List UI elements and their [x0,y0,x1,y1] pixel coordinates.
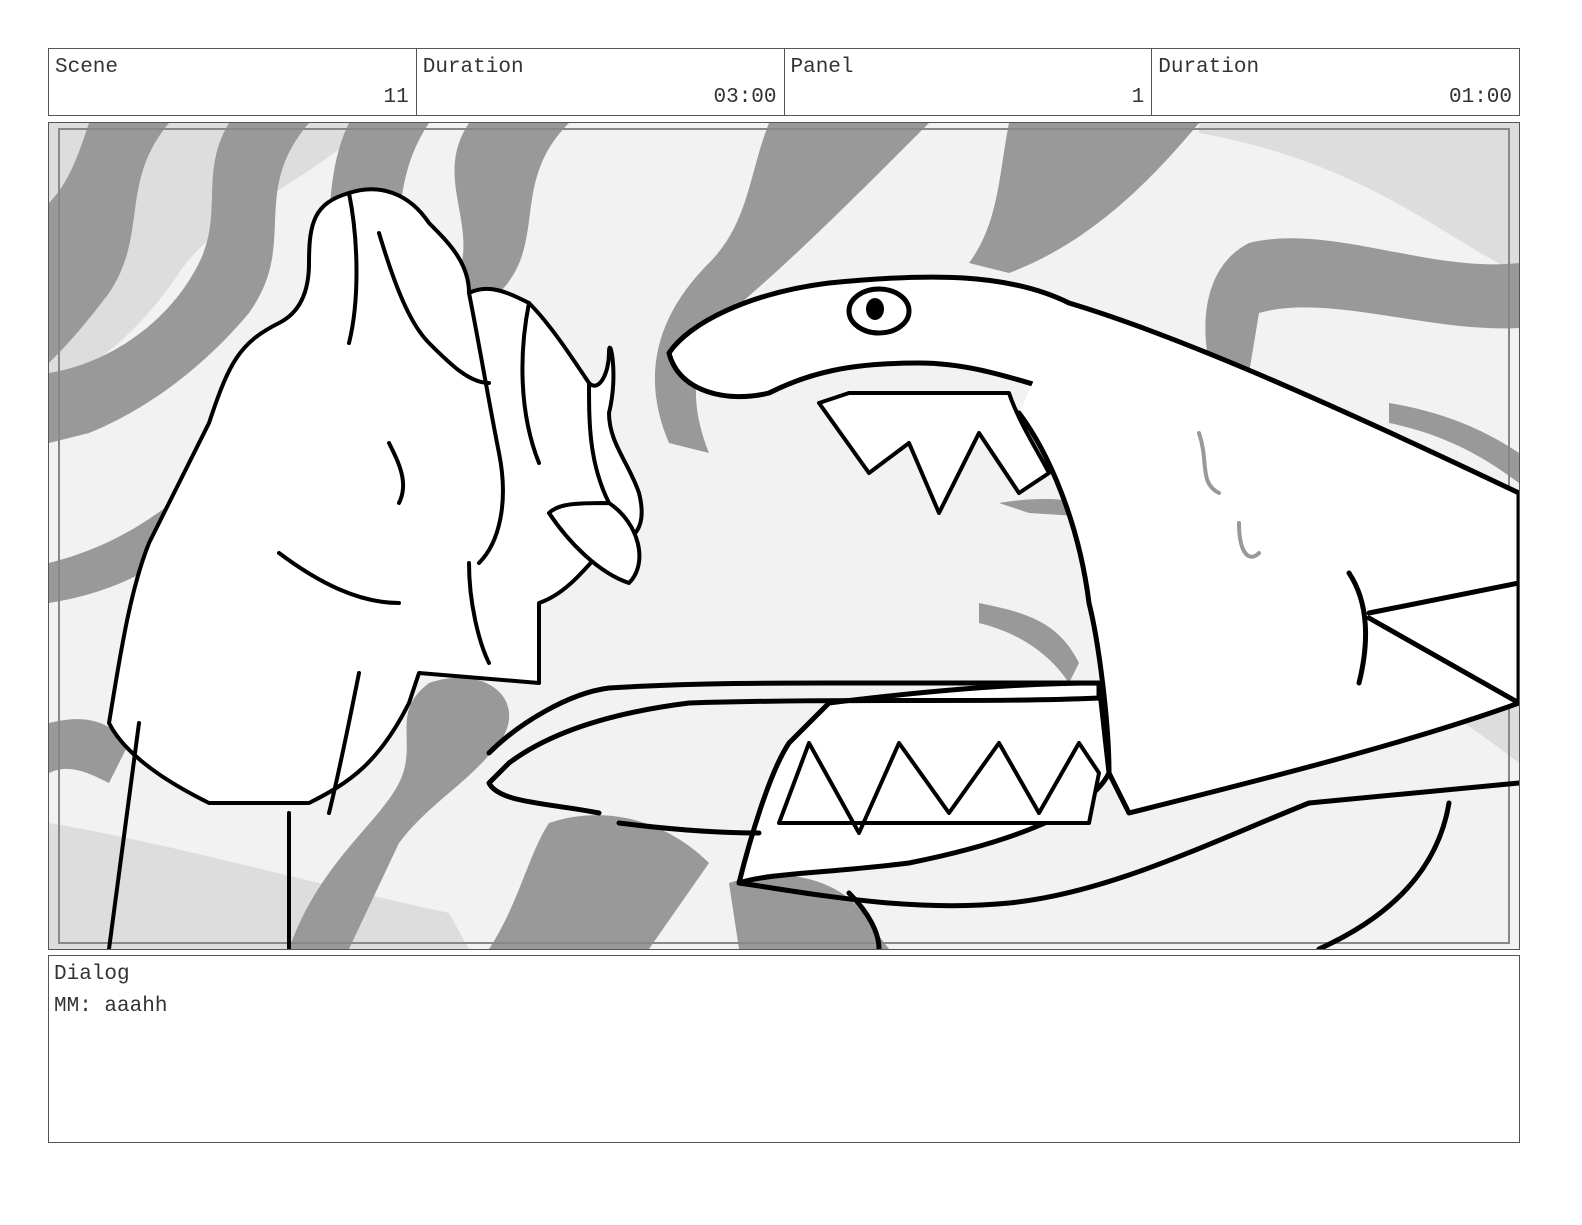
scene-cell: Scene 11 [49,49,417,115]
panel-duration-value: 01:00 [1448,86,1512,109]
scene-label: Scene [55,56,119,79]
panel-duration-cell: Duration 01:00 [1152,49,1519,115]
sketch-illustration [49,123,1519,949]
panel-duration-label: Duration [1158,56,1260,79]
dialog-box: Dialog MM: aaahh [48,955,1520,1143]
panel-info-header: Scene 11 Duration 03:00 Panel 1 Duration… [48,48,1520,116]
panel-label: Panel [790,56,854,79]
dialog-label: Dialog [54,963,130,986]
scene-duration-value: 03:00 [713,86,777,109]
scene-duration-label: Duration [422,56,524,79]
panel-number: 1 [1131,86,1145,109]
scene-duration-cell: Duration 03:00 [417,49,785,115]
panel-cell: Panel 1 [785,49,1153,115]
dialog-text: MM: aaahh [54,995,168,1018]
scene-number: 11 [383,86,409,109]
storyboard-panel-image [48,122,1520,950]
eye-icon [846,286,912,336]
